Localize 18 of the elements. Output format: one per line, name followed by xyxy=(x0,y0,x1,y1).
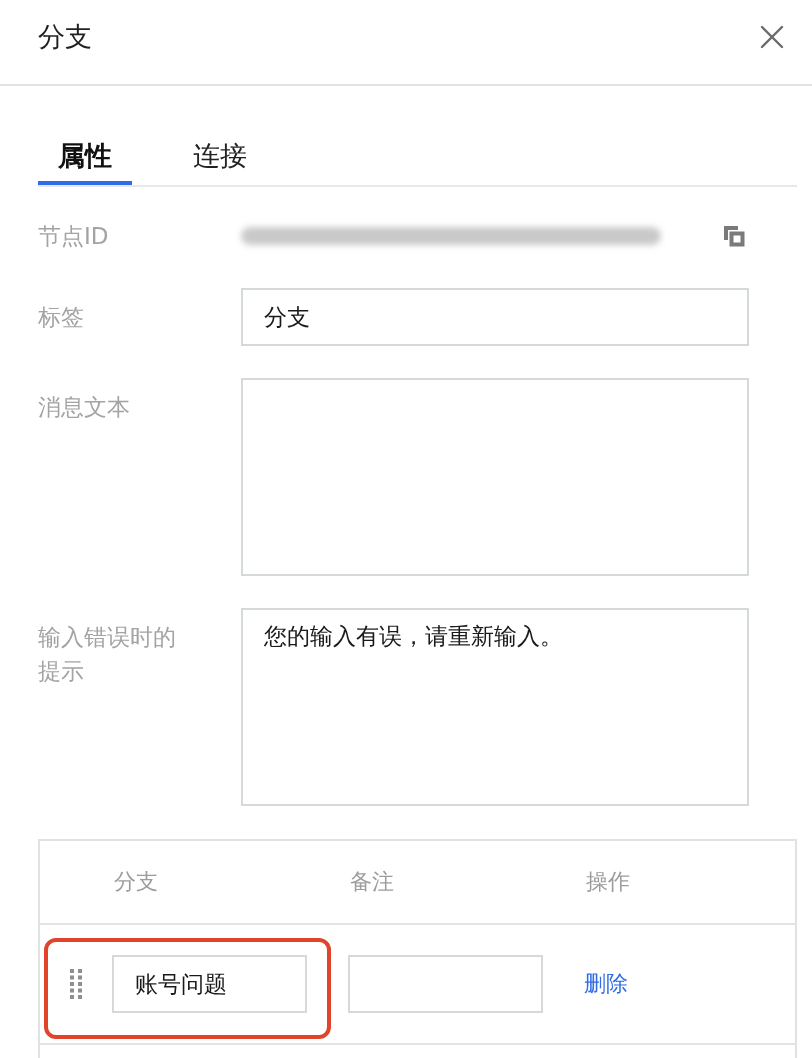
field-label: 节点ID xyxy=(38,222,110,251)
drag-handle-icon[interactable] xyxy=(70,969,82,999)
column-header: 操作 xyxy=(585,868,631,896)
note-input[interactable] xyxy=(348,955,543,1013)
field-label: 消息文本 xyxy=(38,393,131,422)
delete-link[interactable]: 删除 xyxy=(584,969,628,999)
tab[interactable]: 连接 xyxy=(173,126,267,185)
text-area[interactable]: 您的输入有误，请重新输入。 xyxy=(241,608,749,806)
copy-icon[interactable] xyxy=(723,225,745,247)
tab[interactable]: 属性 xyxy=(38,126,132,185)
column-header: 备注 xyxy=(349,868,395,896)
branch-input[interactable]: 账号问题 xyxy=(112,955,307,1013)
text-input[interactable]: 分支 xyxy=(241,288,749,346)
field-label: 标签 xyxy=(38,303,85,332)
column-header: 分支 xyxy=(113,868,159,896)
panel-title: 分支 xyxy=(38,20,92,54)
field-label: 输入错误时的提示 xyxy=(38,623,177,686)
close-icon[interactable] xyxy=(760,25,784,49)
